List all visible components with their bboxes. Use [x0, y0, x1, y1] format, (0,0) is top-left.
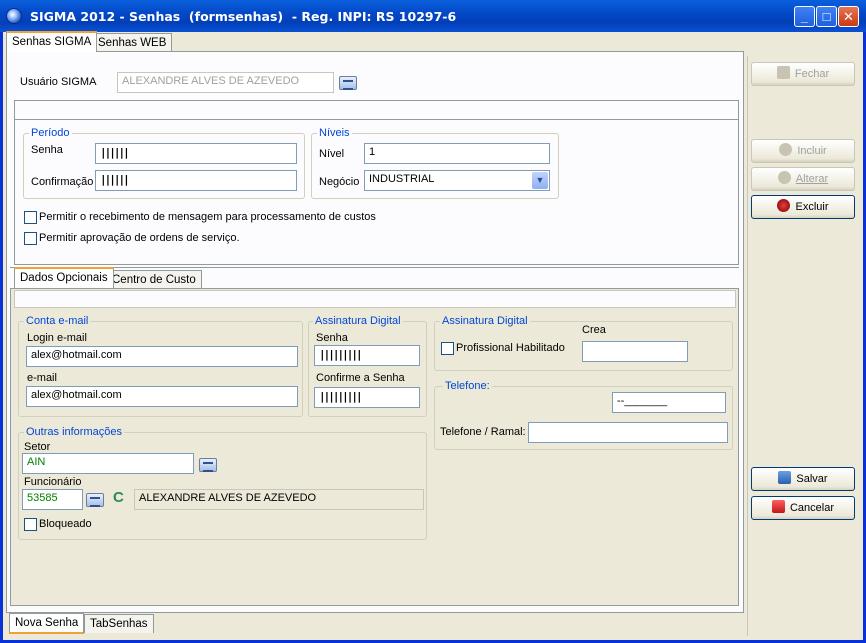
outras-legend: Outras informações [24, 426, 124, 438]
assinatura2-legend: Assinatura Digital [440, 315, 530, 327]
crea-field[interactable] [582, 341, 688, 362]
profissional-label: Profissional Habilitado [456, 342, 565, 354]
gear-edit-icon [777, 171, 791, 184]
assinatura-legend: Assinatura Digital [313, 315, 403, 327]
assinatura-senha-label: Senha [316, 332, 348, 344]
login-email-label: Login e-mail [27, 332, 87, 344]
funcionario-c-button[interactable]: C [113, 489, 124, 506]
niveis-legend: Níveis [317, 127, 352, 139]
tab-dados-opcionais[interactable]: Dados Opcionais [14, 267, 114, 288]
setor-lookup-icon[interactable] [199, 458, 217, 472]
tab-tabsenhas[interactable]: TabSenhas [84, 614, 154, 633]
delete-icon [777, 199, 791, 212]
setor-field[interactable]: AIN [22, 453, 194, 474]
senha-field[interactable]: |||||| [95, 143, 297, 164]
inner-divider [10, 267, 739, 268]
bloqueado-checkbox[interactable] [24, 518, 37, 531]
cancelar-label: Cancelar [789, 502, 835, 514]
salvar-label: Salvar [796, 473, 828, 485]
maximize-button[interactable]: □ [816, 6, 837, 27]
profissional-checkbox[interactable] [441, 342, 454, 355]
aprov-os-checkbox[interactable] [24, 232, 37, 245]
crea-label: Crea [582, 324, 606, 336]
tab-centro-de-custo[interactable]: Centro de Custo [106, 270, 202, 289]
app-icon [6, 8, 22, 24]
senha-label: Senha [31, 144, 63, 156]
telefone-legend: Telefone: [443, 380, 492, 392]
title-bar[interactable]: SIGMA 2012 - Senhas (formsenhas) - Reg. … [0, 0, 866, 32]
telefone-ramal-label: Telefone / Ramal: [440, 426, 526, 438]
incluir-button[interactable]: Incluir [751, 139, 855, 163]
confirme-senha-label: Confirme a Senha [316, 372, 405, 384]
minimize-button[interactable]: _ [794, 6, 815, 27]
funcionario-name-field: ALEXANDRE ALVES DE AZEVEDO [134, 489, 424, 510]
tab-nova-senha[interactable]: Nova Senha [9, 613, 85, 634]
usuario-label: Usuário SIGMA [20, 76, 97, 88]
periodo-legend: Período [29, 127, 72, 139]
telefone-field[interactable]: --_______ [612, 392, 726, 413]
funcionario-lookup-icon[interactable] [86, 493, 104, 507]
msg-custos-checkbox[interactable] [24, 211, 37, 224]
confirme-senha-field[interactable]: ||||||||| [314, 387, 420, 408]
usuario-field[interactable]: ALEXANDRE ALVES DE AZEVEDO [117, 72, 334, 93]
close-button[interactable]: ✕ [838, 6, 859, 27]
assinatura-senha-field[interactable]: ||||||||| [314, 345, 420, 366]
cancelar-button[interactable]: Cancelar [751, 496, 855, 520]
door-icon [776, 66, 790, 79]
fechar-button[interactable]: Fechar [751, 62, 855, 86]
setor-label: Setor [24, 441, 51, 453]
tab-senhas-web[interactable]: Senhas WEB [92, 33, 173, 52]
alterar-button[interactable]: Alterar [751, 167, 855, 191]
nivel-field[interactable]: 1 [364, 143, 550, 164]
login-email-field[interactable]: alex@hotmail.com [26, 346, 298, 367]
gear-icon [779, 143, 793, 156]
save-icon [778, 471, 792, 484]
telefone-ramal-field[interactable] [528, 422, 728, 443]
fechar-label: Fechar [794, 68, 830, 80]
conta-email-legend: Conta e-mail [24, 315, 91, 327]
excluir-button[interactable]: Excluir [751, 195, 855, 219]
negocio-label: Negócio [319, 176, 360, 188]
funcionario-label: Funcionário [24, 476, 82, 488]
negocio-select[interactable]: INDUSTRIAL [364, 170, 550, 191]
alterar-label: Alterar [795, 173, 829, 185]
email-label: e-mail [27, 372, 57, 384]
usuario-lookup-icon[interactable] [339, 76, 357, 90]
confirmacao-field[interactable]: |||||| [95, 170, 297, 191]
incluir-label: Incluir [797, 145, 827, 157]
email-field[interactable]: alex@hotmail.com [26, 386, 298, 407]
funcionario-code-field[interactable]: 53585 [22, 489, 83, 510]
confirmacao-label: Confirmação [31, 176, 94, 188]
dados-opcionais-header [14, 290, 736, 308]
excluir-label: Excluir [795, 201, 829, 213]
bloqueado-label: Bloqueado [39, 518, 92, 530]
chevron-down-icon[interactable]: ▼ [532, 172, 548, 189]
aprov-os-label: Permitir aprovação de ordens de serviço. [39, 232, 240, 244]
separator-bar [14, 100, 739, 120]
msg-custos-label: Permitir o recebimento de mensagem para … [39, 211, 376, 223]
window-title: SIGMA 2012 - Senhas (formsenhas) - Reg. … [30, 9, 457, 24]
tab-senhas-sigma[interactable]: Senhas SIGMA [6, 31, 98, 52]
salvar-button[interactable]: Salvar [751, 467, 855, 491]
nivel-label: Nível [319, 148, 345, 160]
cancel-icon [771, 500, 785, 513]
